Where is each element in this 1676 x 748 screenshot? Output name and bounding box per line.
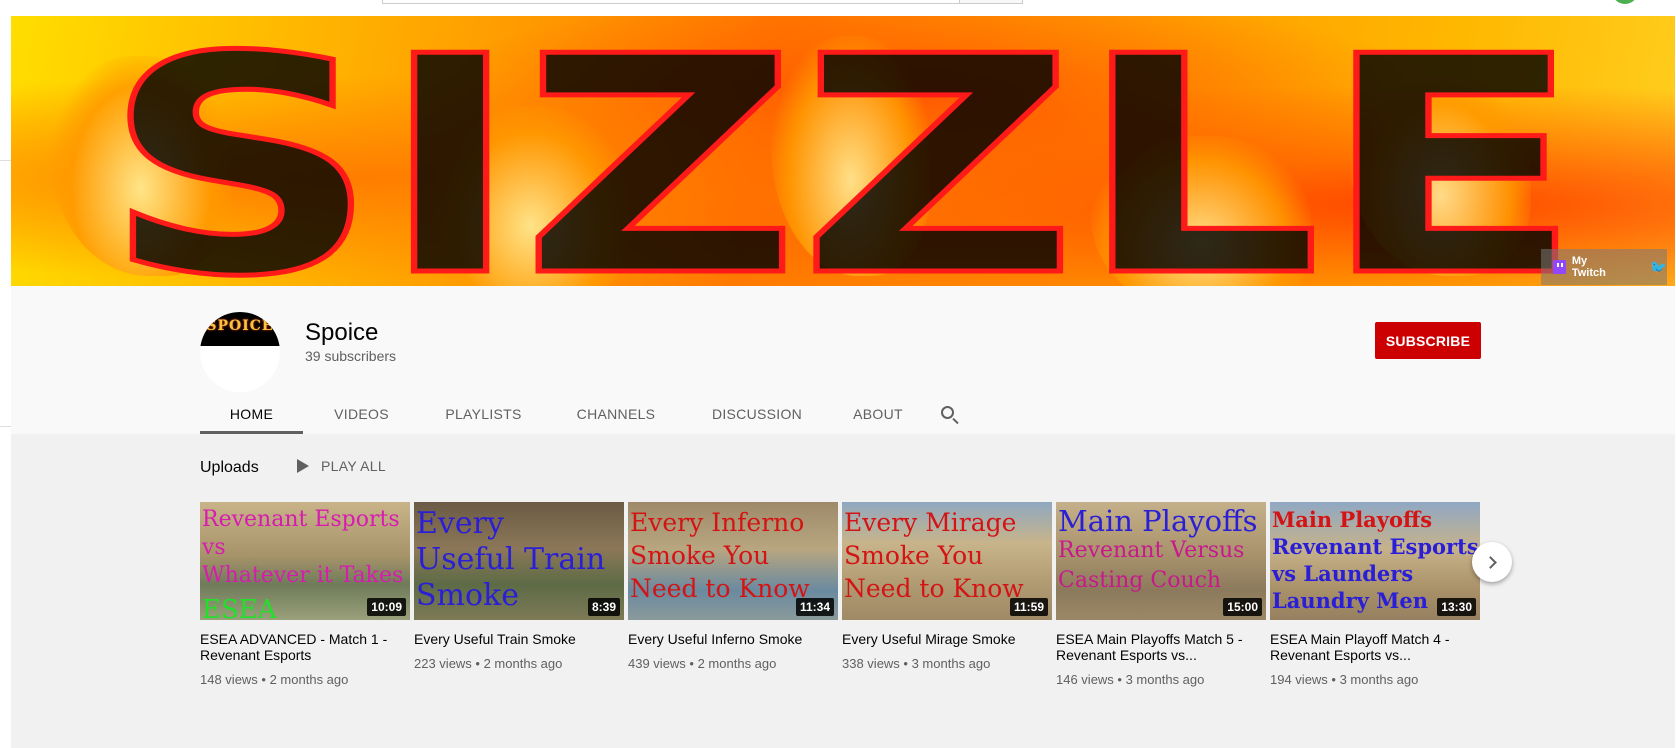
- video-title[interactable]: ESEA Main Playoff Match 4 - Revenant Esp…: [1270, 631, 1476, 663]
- video-meta: 194 views • 3 months ago: [1270, 672, 1419, 687]
- video-thumbnail[interactable]: Every Inferno Smoke You Need to Know 11:…: [628, 502, 838, 620]
- home-content: Uploads PLAY ALL Revenant Esports vs Wha…: [11, 434, 1675, 748]
- channel-header: SPOICE Spoice 39 subscribers SUBSCRIBE H…: [11, 286, 1675, 434]
- video-views: 194 views: [1270, 672, 1328, 687]
- channel-avatar[interactable]: SPOICE: [200, 312, 280, 392]
- video-card[interactable]: Every Useful Train Smoke 8:39 Every Usef…: [414, 502, 624, 671]
- tab-videos[interactable]: VIDEOS: [303, 394, 420, 434]
- video-thumbnail[interactable]: Every Useful Train Smoke 8:39: [414, 502, 624, 620]
- video-meta: 439 views • 2 months ago: [628, 656, 777, 671]
- thumbnail-text-line: Every Mirage: [844, 508, 1017, 537]
- video-card[interactable]: Every Mirage Smoke You Need to Know 11:5…: [842, 502, 1052, 671]
- banner-logo-text: SIZZLE: [103, 16, 1583, 286]
- video-thumbnail[interactable]: Revenant Esports vs Whatever it Takes ES…: [200, 502, 410, 620]
- video-title[interactable]: ESEA Main Playoffs Match 5 - Revenant Es…: [1056, 631, 1262, 663]
- video-duration: 13:30: [1437, 598, 1476, 616]
- channel-search-button[interactable]: [927, 394, 971, 434]
- thumbnail-text-line: Smoke You: [630, 541, 770, 570]
- subscribe-button[interactable]: SUBSCRIBE: [1375, 322, 1481, 359]
- divider: [0, 426, 11, 427]
- thumbnail-text-line: Every Inferno: [630, 508, 805, 537]
- thumbnail-text-line: Smoke You: [844, 541, 984, 570]
- twitch-icon: [1553, 260, 1566, 274]
- account-avatar[interactable]: [1612, 0, 1638, 4]
- thumbnail-text-line: Whatever it Takes: [202, 563, 404, 588]
- search-icon: [940, 405, 954, 419]
- thumbnail-text-line: Revenant Versus: [1058, 538, 1245, 563]
- twitch-link-label: My Twitch: [1571, 255, 1606, 279]
- channel-banner: SIZZLE My Twitch 🐦: [11, 16, 1675, 286]
- video-views: 338 views: [842, 656, 900, 671]
- video-card[interactable]: Every Inferno Smoke You Need to Know 11:…: [628, 502, 838, 671]
- video-duration: 15:00: [1223, 598, 1262, 616]
- video-title[interactable]: Every Useful Inferno Smoke: [628, 631, 834, 647]
- video-card[interactable]: Main Playoffs Revenant Esports vs Launde…: [1270, 502, 1480, 687]
- video-meta: 148 views • 2 months ago: [200, 672, 349, 687]
- twitch-link[interactable]: My Twitch: [1553, 255, 1624, 279]
- thumbnail-text-line: Every: [416, 506, 504, 541]
- masthead-search-input[interactable]: [382, 0, 960, 4]
- banner-links: My Twitch 🐦: [1541, 249, 1667, 285]
- video-thumbnail[interactable]: Main Playoffs Revenant Esports vs Launde…: [1270, 502, 1480, 620]
- video-age: 2 months ago: [697, 656, 777, 671]
- video-duration: 11:59: [1009, 598, 1048, 616]
- tab-channels[interactable]: CHANNELS: [547, 394, 685, 434]
- video-age: 3 months ago: [1125, 672, 1205, 687]
- play-icon: [297, 459, 309, 473]
- video-meta: 338 views • 3 months ago: [842, 656, 991, 671]
- thumbnail-text: Main Playoffs Revenant Versus Casting Co…: [1058, 506, 1266, 596]
- video-title[interactable]: Every Useful Mirage Smoke: [842, 631, 1048, 647]
- video-views: 146 views: [1056, 672, 1114, 687]
- thumbnail-text-line: Casting Couch: [1058, 568, 1222, 593]
- video-title[interactable]: Every Useful Train Smoke: [414, 631, 620, 647]
- channel-tabs: HOME VIDEOS PLAYLISTS CHANNELS DISCUSSIO…: [200, 394, 971, 434]
- video-views: 439 views: [628, 656, 686, 671]
- tab-playlists[interactable]: PLAYLISTS: [420, 394, 547, 434]
- channel-name: Spoice: [305, 319, 379, 346]
- tab-discussion[interactable]: DISCUSSION: [685, 394, 829, 434]
- twitter-icon[interactable]: 🐦: [1650, 259, 1667, 276]
- tab-about[interactable]: ABOUT: [829, 394, 927, 434]
- thumbnail-text-line: Main Playoffs: [1272, 507, 1433, 532]
- video-meta: 146 views • 3 months ago: [1056, 672, 1205, 687]
- masthead: [0, 0, 1676, 16]
- left-edge: [0, 16, 11, 748]
- shelf-title[interactable]: Uploads: [200, 459, 259, 477]
- video-duration: 8:39: [587, 598, 620, 616]
- video-views: 223 views: [414, 656, 472, 671]
- video-title[interactable]: ESEA ADVANCED - Match 1 - Revenant Espor…: [200, 631, 406, 663]
- thumbnail-text-line: Main Playoffs: [1058, 504, 1258, 538]
- thumbnail-text: Every Inferno Smoke You Need to Know: [630, 506, 838, 605]
- tab-home[interactable]: HOME: [200, 394, 303, 434]
- thumbnail-text-line: Revenant Esports: [1272, 534, 1479, 559]
- thumbnail-text-line: Useful Train: [416, 542, 606, 577]
- video-duration: 11:34: [795, 598, 834, 616]
- thumbnail-text: Every Mirage Smoke You Need to Know: [844, 506, 1052, 605]
- video-thumbnail[interactable]: Every Mirage Smoke You Need to Know 11:5…: [842, 502, 1052, 620]
- thumbnail-text-line: Revenant Esports vs: [202, 507, 400, 560]
- video-card[interactable]: Revenant Esports vs Whatever it Takes ES…: [200, 502, 410, 687]
- video-views: 148 views: [200, 672, 258, 687]
- video-age: 2 months ago: [269, 672, 349, 687]
- divider: [0, 160, 11, 161]
- video-card[interactable]: Main Playoffs Revenant Versus Casting Co…: [1056, 502, 1266, 687]
- masthead-search-button[interactable]: [959, 0, 1023, 4]
- play-all-label: PLAY ALL: [321, 458, 386, 474]
- avatar-text: SPOICE: [206, 318, 274, 334]
- video-duration: 10:09: [367, 598, 406, 616]
- play-all-button[interactable]: PLAY ALL: [297, 458, 386, 474]
- video-age: 3 months ago: [911, 656, 991, 671]
- video-meta: 223 views • 2 months ago: [414, 656, 563, 671]
- video-age: 2 months ago: [483, 656, 563, 671]
- thumbnail-text-line: vs Launders: [1272, 561, 1414, 586]
- banner-logo: SIZZLE: [101, 16, 1586, 286]
- subscriber-count: 39 subscribers: [305, 348, 397, 364]
- video-age: 3 months ago: [1339, 672, 1419, 687]
- shelf-next-button[interactable]: [1472, 542, 1512, 582]
- video-thumbnail[interactable]: Main Playoffs Revenant Versus Casting Co…: [1056, 502, 1266, 620]
- chevron-right-icon: [1484, 555, 1497, 569]
